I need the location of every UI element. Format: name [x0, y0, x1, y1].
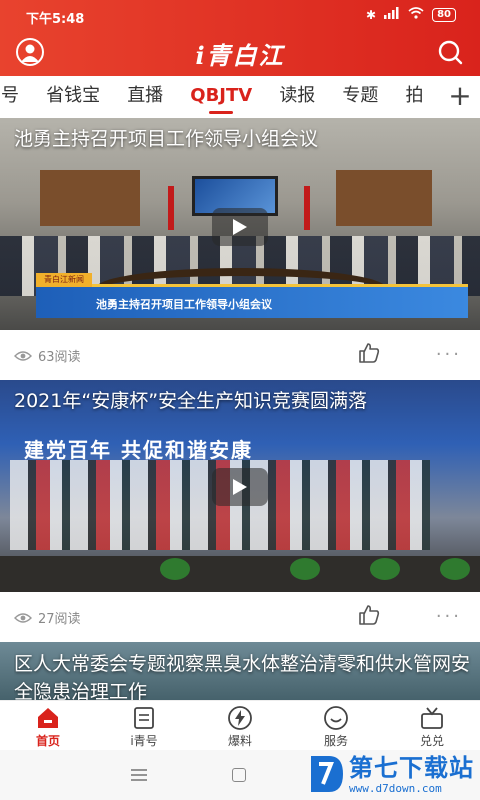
video-thumbnail[interactable]: 区人大常委会专题视察黑臭水体整治清零和供水管网安全隐患治理工作 — [0, 642, 480, 700]
bluetooth-icon: ✱ — [366, 7, 377, 22]
watermark-name: 第七下载站 — [349, 753, 474, 782]
video-card[interactable]: 2021年“安康杯”安全生产知识竞赛圆满落 建党百年 共促和谐安康 27阅读 ·… — [0, 380, 480, 642]
lightning-icon — [192, 705, 288, 731]
status-bar: 下午5:48 ✱ 80 — [0, 0, 480, 28]
video-title[interactable]: 区人大常委会专题视察黑臭水体整治清零和供水管网安全隐患治理工作 — [14, 650, 474, 700]
newspaper-icon — [96, 705, 192, 731]
news-lower-third: 青白江新闻 池勇主持召开项目工作领导小组会议 — [36, 273, 468, 318]
watermark-url: www.d7down.com — [349, 781, 442, 795]
video-card[interactable]: 池勇主持召开项目工作领导小组会议 青白江新闻 池勇主持召开项目工作领导小组会议 … — [0, 118, 480, 380]
like-icon[interactable] — [358, 604, 380, 626]
signal-icon — [384, 7, 400, 22]
status-time: 下午5:48 — [26, 12, 85, 27]
more-options-icon[interactable]: ··· — [436, 606, 462, 627]
like-icon[interactable] — [358, 342, 380, 364]
card-meta: 63阅读 ··· — [0, 330, 480, 380]
stage-banner: 建党百年 共促和谐安康 — [24, 438, 253, 462]
home-button-icon[interactable] — [232, 768, 246, 782]
home-icon — [0, 705, 96, 731]
eye-icon — [14, 612, 32, 623]
tab-zhibo[interactable]: 直播 — [116, 76, 174, 116]
system-nav-bar: 第七下载站 www.d7down.com — [0, 750, 480, 800]
tab-dubao[interactable]: 读报 — [268, 76, 326, 116]
smile-icon — [288, 705, 384, 731]
view-count: 63阅读 — [14, 346, 81, 365]
play-icon[interactable] — [212, 468, 268, 506]
nav-home[interactable]: 首页 — [0, 701, 96, 750]
tab-qbjtv[interactable]: QBJTV — [179, 76, 263, 116]
app-header: 下午5:48 ✱ 80 i青白江 — [0, 0, 480, 76]
video-thumbnail[interactable]: 2021年“安康杯”安全生产知识竞赛圆满落 建党百年 共促和谐安康 — [0, 380, 480, 592]
more-options-icon[interactable]: ··· — [436, 344, 462, 365]
eye-icon — [14, 350, 32, 361]
app-title: i青白江 — [195, 41, 285, 70]
recent-apps-icon[interactable] — [130, 768, 148, 782]
status-icons: ✱ 80 — [366, 7, 456, 22]
bottom-nav: 首页 i青号 爆料 服务 兑兑 — [0, 700, 480, 750]
top-bar: i青白江 — [0, 30, 480, 74]
tab-hao[interactable]: 号 — [0, 76, 30, 116]
nav-fuwu[interactable]: 服务 — [288, 701, 384, 750]
video-title[interactable]: 2021年“安康杯”安全生产知识竞赛圆满落 — [14, 386, 474, 413]
tab-zhuanti[interactable]: 专题 — [331, 76, 389, 116]
play-icon[interactable] — [212, 208, 268, 246]
card-meta: 27阅读 ··· — [0, 592, 480, 642]
news-feed[interactable]: 池勇主持召开项目工作领导小组会议 青白江新闻 池勇主持召开项目工作领导小组会议 … — [0, 118, 480, 700]
tab-pai[interactable]: 拍 — [395, 76, 435, 116]
channel-logo: 青白江新闻 — [36, 273, 92, 287]
d7-logo-icon — [311, 756, 343, 792]
nav-iqinghao[interactable]: i青号 — [96, 701, 192, 750]
battery-icon: 80 — [432, 7, 456, 22]
search-icon[interactable] — [436, 38, 464, 66]
site-watermark: 第七下载站 www.d7down.com — [307, 752, 474, 796]
add-channel-button[interactable]: + — [440, 76, 480, 118]
wifi-icon — [408, 7, 424, 22]
channel-tabs: 号 省钱宝 直播 QBJTV 读报 专题 拍 + — [0, 76, 480, 118]
nav-baoliao[interactable]: 爆料 — [192, 701, 288, 750]
video-thumbnail[interactable]: 池勇主持召开项目工作领导小组会议 青白江新闻 池勇主持召开项目工作领导小组会议 — [0, 118, 480, 330]
view-count: 27阅读 — [14, 608, 81, 627]
gift-icon — [384, 705, 480, 731]
nav-duidui[interactable]: 兑兑 — [384, 701, 480, 750]
video-card[interactable]: 区人大常委会专题视察黑臭水体整治清零和供水管网安全隐患治理工作 — [0, 642, 480, 700]
video-title[interactable]: 池勇主持召开项目工作领导小组会议 — [14, 124, 474, 151]
tab-shengqianbao[interactable]: 省钱宝 — [35, 76, 111, 116]
